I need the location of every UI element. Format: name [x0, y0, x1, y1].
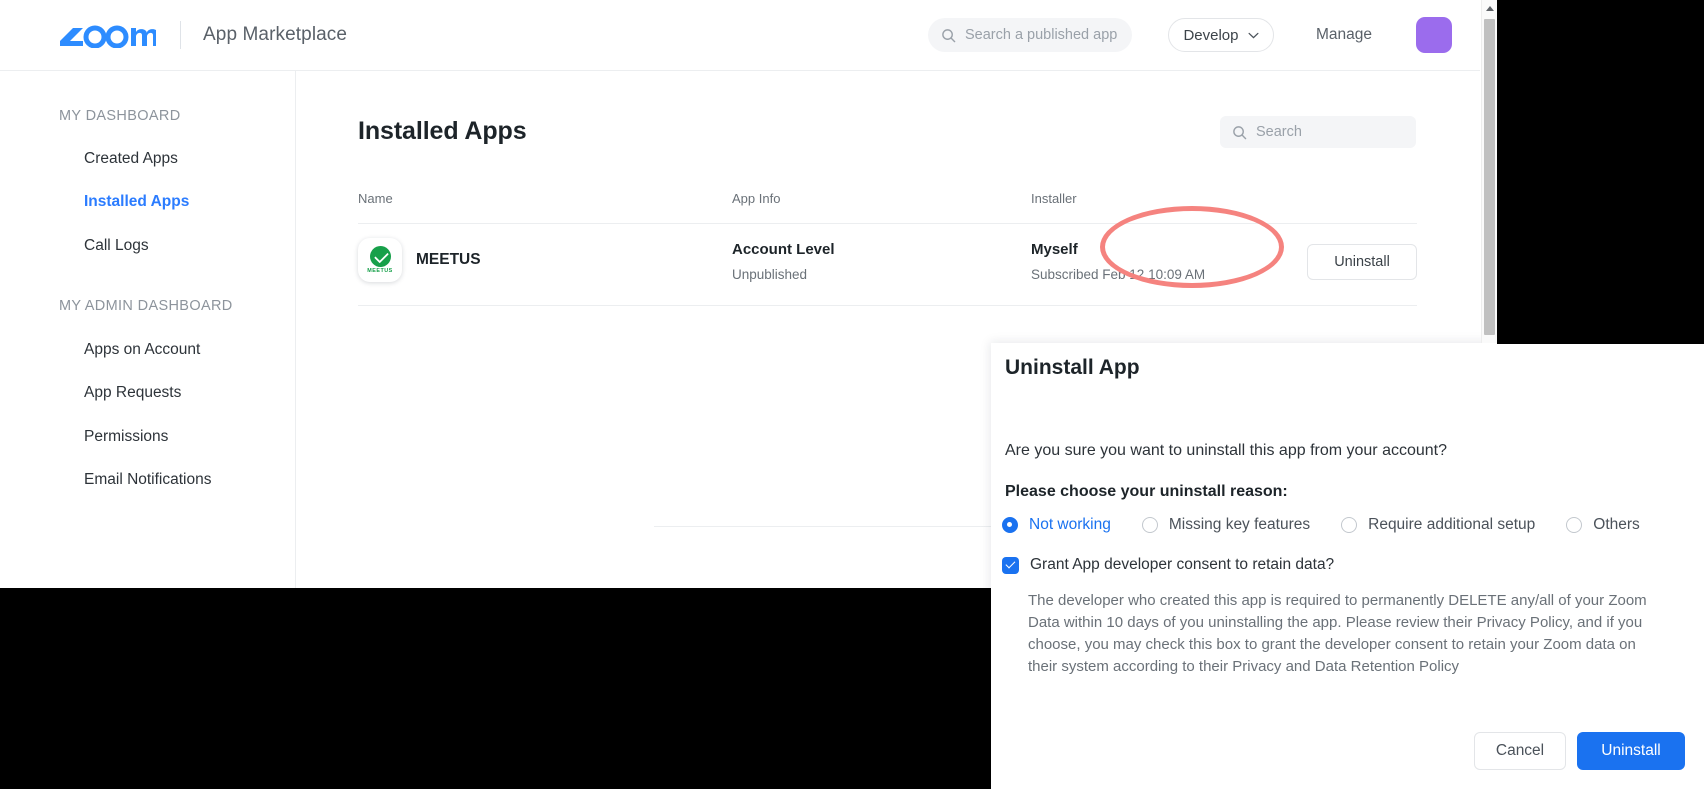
app-name: MEETUS [416, 251, 481, 269]
modal-question: Are you sure you want to uninstall this … [1005, 442, 1447, 460]
consent-description: The developer who created this app is re… [1028, 590, 1668, 678]
scrollbar-up-arrow-icon[interactable] [1482, 0, 1497, 17]
global-search-input[interactable]: Search a published app [928, 18, 1132, 52]
column-header-app-info: App Info [732, 191, 780, 206]
radio-option-others[interactable]: Others [1566, 516, 1640, 534]
zoom-logo[interactable] [60, 22, 156, 48]
radio-option-not-working[interactable]: Not working [1002, 516, 1111, 534]
sidebar-item-permissions[interactable]: Permissions [0, 428, 168, 446]
app-info-level: Account Level [732, 241, 835, 258]
uninstall-reason-radio-group: Not working Missing key features Require… [1002, 516, 1640, 534]
manage-link[interactable]: Manage [1316, 26, 1372, 44]
radio-option-require-additional-setup[interactable]: Require additional setup [1341, 516, 1535, 534]
uninstall-app-modal: Uninstall App Are you sure you want to u… [991, 343, 1704, 789]
app-root: App Marketplace Search a published app D… [0, 0, 1704, 789]
occlusion-region-right [1497, 0, 1704, 344]
radio-label-missing-key-features: Missing key features [1169, 516, 1310, 534]
checkbox-icon-consent[interactable] [1002, 557, 1019, 574]
modal-title: Uninstall App [1005, 356, 1140, 380]
table-header: Name App Info Installer [358, 191, 1417, 224]
modal-action-buttons: Cancel Uninstall [1474, 732, 1685, 770]
develop-menu-label: Develop [1183, 27, 1238, 44]
table-row: MEETUS MEETUS Account Level Unpublished … [358, 224, 1417, 306]
radio-label-require-additional-setup: Require additional setup [1368, 516, 1535, 534]
column-header-installer: Installer [1031, 191, 1077, 206]
cancel-button[interactable]: Cancel [1474, 732, 1566, 770]
vertical-scrollbar[interactable] [1481, 0, 1497, 343]
sidebar-item-created-apps[interactable]: Created Apps [0, 150, 178, 168]
global-search-placeholder: Search a published app [965, 27, 1117, 43]
sidebar-group-title-my-admin-dashboard: MY ADMIN DASHBOARD [0, 298, 233, 314]
search-icon [1232, 125, 1247, 140]
topbar-right-cluster: Search a published app Develop Manage [928, 17, 1480, 53]
chevron-down-icon [1248, 32, 1259, 39]
page-title: Installed Apps [358, 117, 527, 146]
sidebar-item-email-notifications[interactable]: Email Notifications [0, 471, 212, 489]
sidebar-group-title-my-dashboard: MY DASHBOARD [0, 108, 181, 124]
sidebar-item-app-requests[interactable]: App Requests [0, 384, 181, 402]
consent-checkbox-row[interactable]: Grant App developer consent to retain da… [1002, 556, 1334, 574]
topbar-divider [180, 21, 181, 49]
installer-name: Myself [1031, 241, 1205, 258]
search-icon [941, 28, 956, 43]
scrollbar-thumb[interactable] [1484, 19, 1495, 335]
sidebar-item-call-logs[interactable]: Call Logs [0, 237, 149, 255]
installed-apps-search-input[interactable]: Search [1220, 116, 1416, 148]
develop-menu-button[interactable]: Develop [1168, 18, 1274, 52]
cell-name: MEETUS MEETUS [358, 238, 481, 282]
cell-installer: Myself Subscribed Feb 12 10:09 AM [1031, 241, 1205, 282]
radio-label-not-working: Not working [1029, 516, 1111, 534]
radio-icon-not-working[interactable] [1002, 517, 1018, 533]
radio-icon-require-additional-setup[interactable] [1341, 517, 1357, 533]
row-uninstall-button[interactable]: Uninstall [1307, 244, 1417, 280]
top-navigation-bar: App Marketplace Search a published app D… [0, 0, 1480, 71]
sidebar-item-installed-apps[interactable]: Installed Apps [0, 193, 189, 211]
modal-reason-label: Please choose your uninstall reason: [1005, 483, 1288, 501]
occlusion-region-bottom [0, 588, 991, 789]
sidebar: MY DASHBOARD Created Apps Installed Apps… [0, 71, 296, 592]
sidebar-item-apps-on-account[interactable]: Apps on Account [0, 341, 200, 359]
radio-icon-missing-key-features[interactable] [1142, 517, 1158, 533]
radio-icon-others[interactable] [1566, 517, 1582, 533]
installer-date: Subscribed Feb 12 10:09 AM [1031, 267, 1205, 282]
app-logo-icon: MEETUS [358, 238, 402, 282]
app-info-status: Unpublished [732, 267, 835, 282]
column-header-name: Name [358, 191, 393, 206]
radio-option-missing-key-features[interactable]: Missing key features [1142, 516, 1310, 534]
radio-label-others: Others [1593, 516, 1640, 534]
product-name: App Marketplace [203, 24, 347, 46]
avatar[interactable] [1416, 17, 1452, 53]
cell-app-info: Account Level Unpublished [732, 241, 835, 282]
confirm-uninstall-button[interactable]: Uninstall [1577, 732, 1685, 770]
consent-checkbox-label: Grant App developer consent to retain da… [1030, 556, 1334, 574]
installed-apps-search-placeholder: Search [1256, 124, 1302, 140]
app-logo-wordmark: MEETUS [367, 268, 392, 274]
checkmark-badge-icon [370, 246, 391, 267]
